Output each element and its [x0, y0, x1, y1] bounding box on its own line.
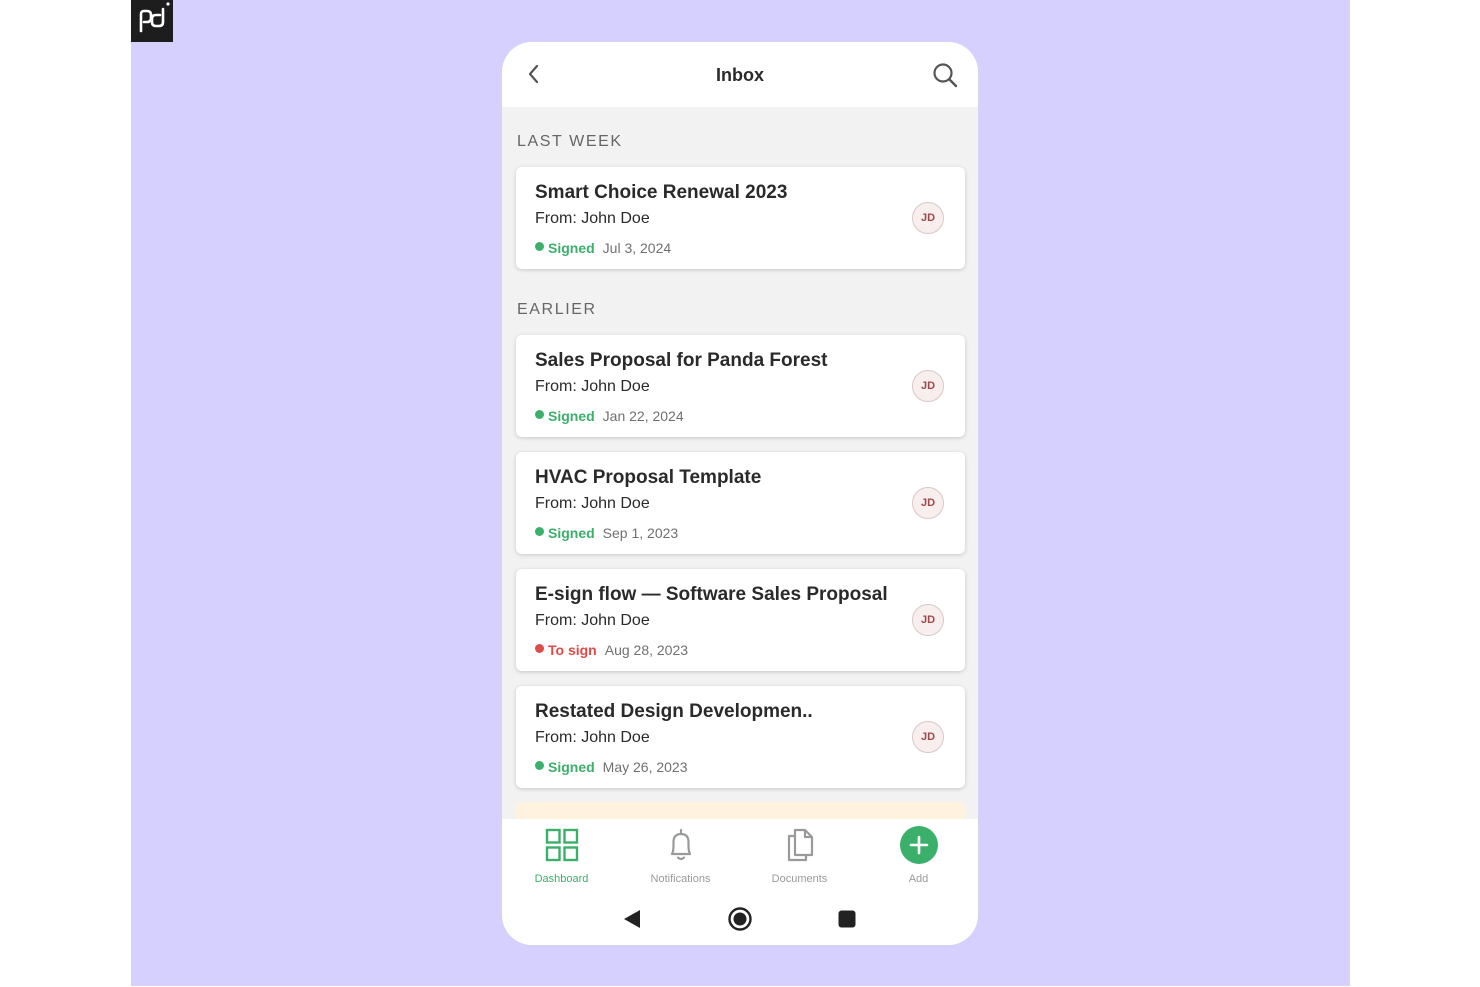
tab-label: Add: [908, 873, 929, 885]
document-sender: From: John Doe: [535, 378, 650, 395]
document-date: Sep 1, 2023: [602, 524, 679, 541]
page-title: Inbox: [716, 65, 764, 85]
document-sender: From: John Doe: [535, 210, 650, 227]
inbox-list[interactable]: LAST WEEK Smart Choice Renewal 2023 From…: [502, 107, 978, 819]
status-row: Signed Sep 1, 2023: [535, 524, 678, 542]
status-dot: [535, 527, 544, 537]
document-date: Jul 3, 2024: [602, 239, 672, 256]
tab-dashboard[interactable]: Dashboard: [502, 827, 621, 887]
status-row: Signed May 26, 2023: [535, 758, 688, 776]
document-sender: From: John Doe: [535, 729, 650, 746]
dashboard-grid-icon: [545, 828, 578, 862]
document-date: Aug 28, 2023: [604, 641, 689, 658]
status-badge: To sign: [548, 641, 597, 658]
document-card[interactable]: Sales Proposal for Panda Forest From: Jo…: [516, 335, 965, 437]
document-card[interactable]: E-sign flow — Software Sales Proposal Fr…: [516, 569, 965, 671]
document-card[interactable]: Smart Choice Renewal 2023 From: John Doe…: [516, 167, 965, 269]
bell-icon: [670, 828, 691, 861]
status-badge: Signed: [548, 758, 595, 775]
document-title: E-sign flow — Software Sales Proposal: [535, 584, 888, 605]
document-date: Jan 22, 2024: [602, 407, 684, 424]
document-date: May 26, 2023: [602, 758, 688, 775]
document-sender: From: John Doe: [535, 612, 650, 629]
status-dot: [535, 242, 544, 252]
recents-square-icon[interactable]: [832, 904, 862, 934]
back-triangle-icon[interactable]: [617, 904, 647, 934]
section-label-last-week: LAST WEEK: [517, 133, 623, 150]
status-row: Signed Jul 3, 2024: [535, 239, 671, 257]
status-badge: Signed: [548, 239, 595, 256]
bottom-tab-bar: Dashboard Notifications Documents Add: [502, 819, 978, 945]
document-card[interactable]: Restated Design Developmen.. From: John …: [516, 686, 965, 788]
tab-documents[interactable]: Documents: [740, 827, 859, 887]
document-card[interactable]: HVAC Proposal Template From: John Doe Si…: [516, 452, 965, 554]
document-title: Smart Choice Renewal 2023: [535, 182, 788, 203]
avatar: JD: [912, 370, 944, 402]
avatar: JD: [912, 202, 944, 234]
tab-label: Documents: [771, 873, 828, 885]
document-title: Restated Design Developmen..: [535, 701, 813, 722]
documents-icon: [787, 828, 813, 862]
search-icon[interactable]: [930, 60, 960, 90]
status-dot: [535, 644, 544, 654]
plus-icon: [899, 826, 938, 864]
avatar: JD: [912, 721, 944, 753]
status-dot: [535, 410, 544, 420]
document-sender: From: John Doe: [535, 495, 650, 512]
document-card-partial[interactable]: [516, 802, 965, 819]
system-navigation-bar: [502, 904, 978, 934]
tab-label: Dashboard: [534, 873, 589, 885]
status-row: To sign Aug 28, 2023: [535, 641, 688, 659]
status-badge: Signed: [548, 524, 595, 541]
tab-label: Notifications: [650, 873, 711, 885]
document-title: HVAC Proposal Template: [535, 467, 762, 488]
tab-add[interactable]: Add: [859, 826, 978, 887]
avatar: JD: [912, 487, 944, 519]
brand-logo: [131, 0, 173, 42]
avatar: JD: [912, 604, 944, 636]
status-dot: [535, 761, 544, 771]
document-title: Sales Proposal for Panda Forest: [535, 350, 828, 371]
section-label-earlier: EARLIER: [517, 301, 597, 318]
app-header: Inbox: [502, 42, 978, 107]
phone-frame: Inbox LAST WEEK Smart Choice Renewal 202…: [502, 42, 978, 945]
tab-notifications[interactable]: Notifications: [621, 827, 740, 887]
status-badge: Signed: [548, 407, 595, 424]
status-row: Signed Jan 22, 2024: [535, 407, 684, 425]
home-circle-icon[interactable]: [725, 904, 755, 934]
